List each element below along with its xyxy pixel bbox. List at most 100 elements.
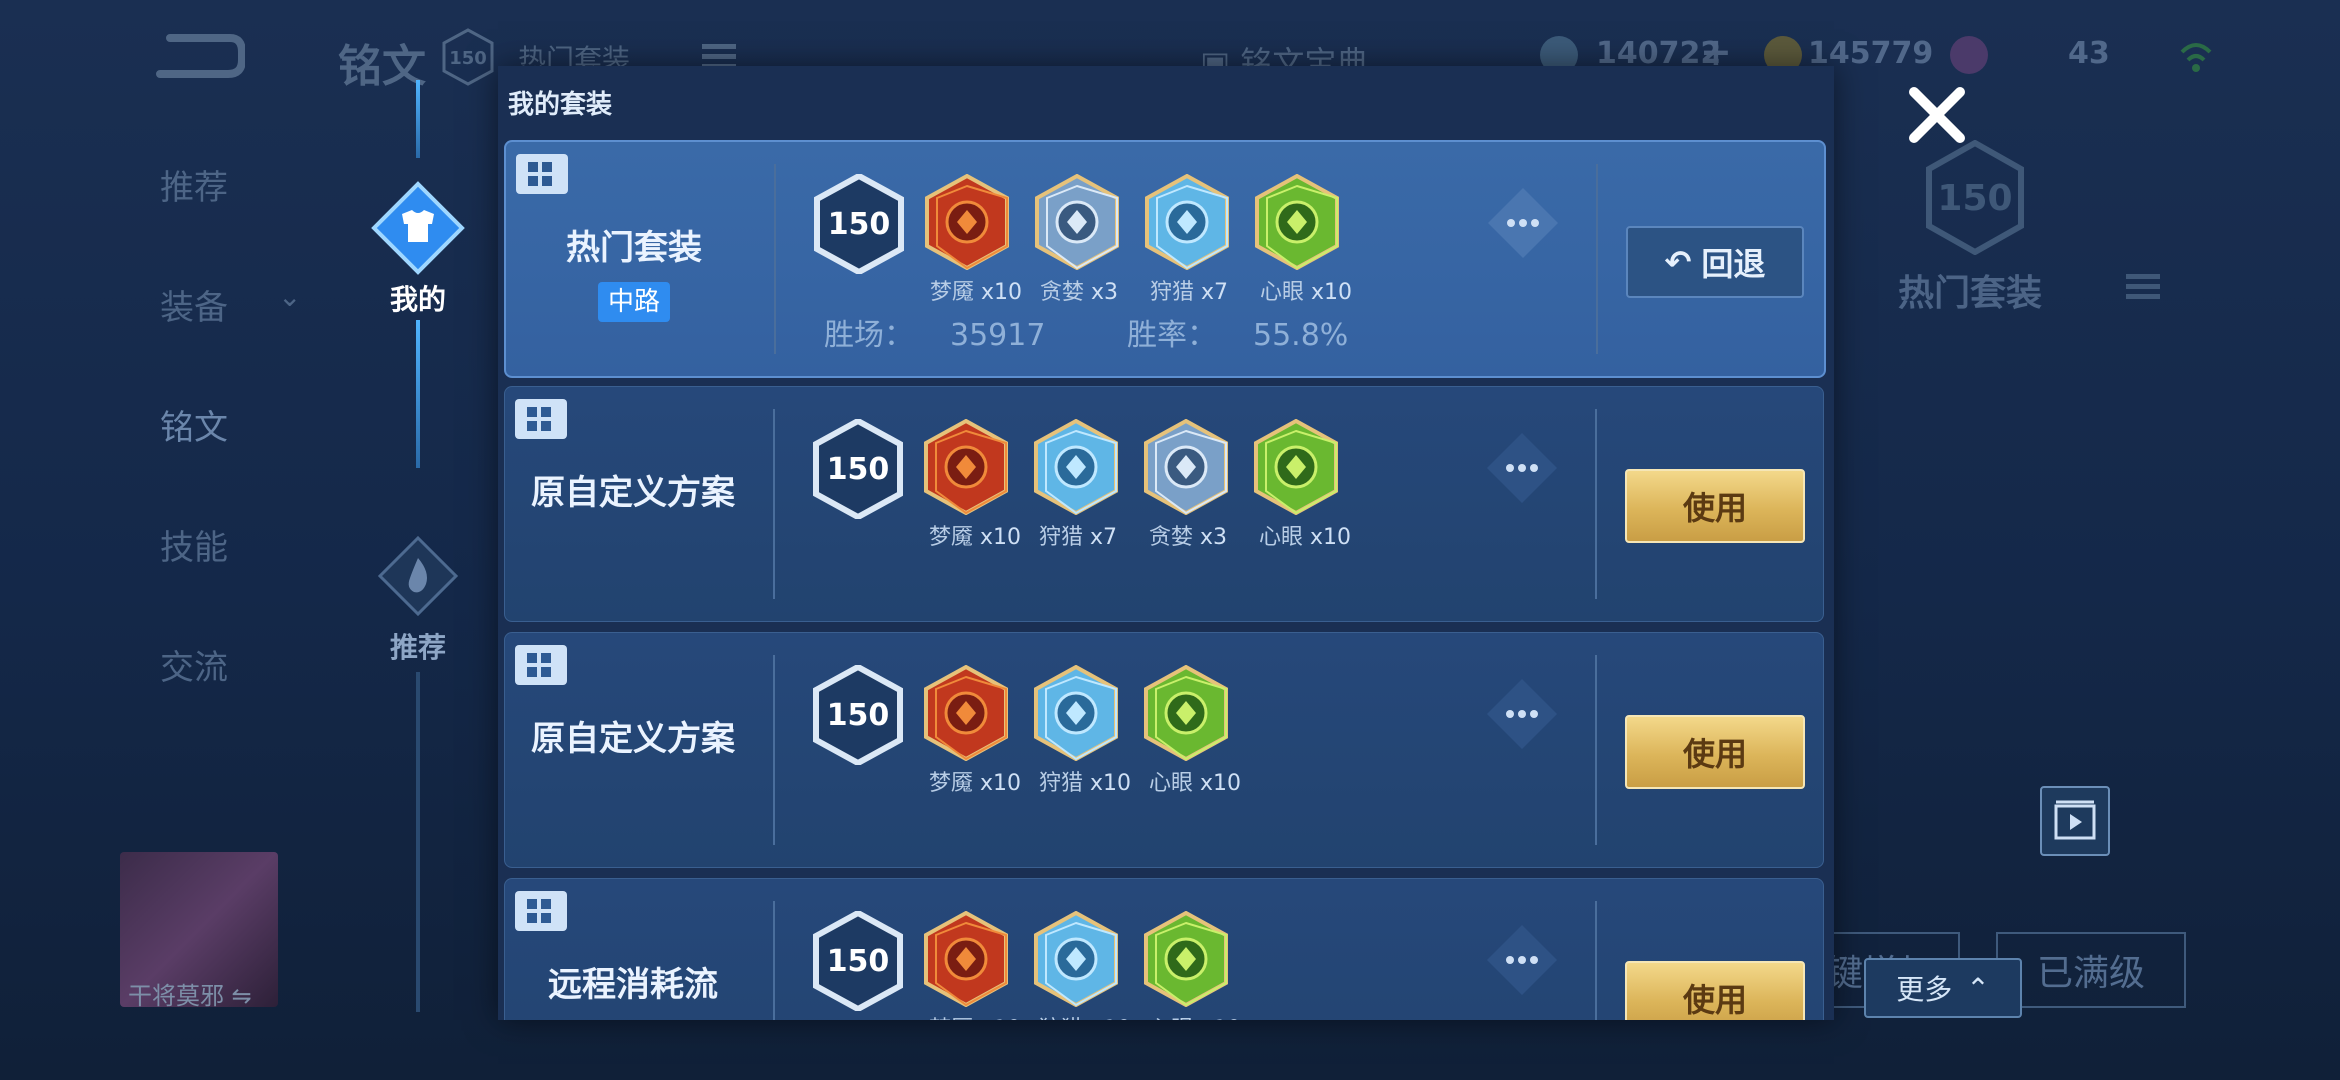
rune-green-icon[interactable] xyxy=(1143,664,1229,762)
more-options-icon[interactable] xyxy=(1483,921,1561,999)
rail-segment xyxy=(416,80,420,158)
rune-green-icon[interactable] xyxy=(1253,418,1339,516)
grid-icon xyxy=(515,399,567,439)
more-button[interactable]: 更多 ⌃ xyxy=(1864,958,2022,1018)
chevron-down-icon: ⌄ xyxy=(278,280,302,313)
suit-card[interactable]: 原自定义方案 150 梦魇 x10 狩猎 x7 贪婪 x3 心眼 x10 使用 xyxy=(504,386,1824,622)
divider xyxy=(1595,901,1597,1020)
suit-stats: 胜场： 35917 胜率： 55.8% xyxy=(824,318,1349,353)
level-badge-text: 150 xyxy=(449,48,487,69)
category-my-label: 我的 xyxy=(389,283,446,316)
nav-recommend[interactable]: 推荐 xyxy=(160,160,228,209)
rune-label: 梦魇 x10 xyxy=(929,525,1022,550)
suit-card[interactable]: 远程消耗流 150 梦魇 x10 狩猎 x10 心眼 x10 使用 xyxy=(504,878,1824,1020)
use-button[interactable]: 使用 xyxy=(1625,715,1805,789)
more-options-icon[interactable] xyxy=(1483,675,1561,753)
suit-card[interactable]: 热门套装中路 150 梦魇 x10 贪婪 x3 狩猎 x7 心眼 x10 胜场 xyxy=(504,140,1826,378)
nav-skill[interactable]: 技能 xyxy=(160,520,228,569)
rune-green-icon[interactable] xyxy=(1254,173,1340,271)
modal-title: 我的套装 xyxy=(508,90,613,120)
crystal-value: 43 xyxy=(2068,36,2110,71)
right-suit-title: 热门套装 xyxy=(1898,273,2043,314)
rune-red-icon[interactable] xyxy=(924,173,1010,271)
rune-red-icon[interactable] xyxy=(923,664,1009,762)
max-level-button[interactable]: 已满级 xyxy=(1996,932,2186,1008)
my-suits-modal: 我的套装 热门套装 中路 150 梦魇 x10 贪婪 x3 狩猎 x7 心眼 x… xyxy=(498,66,1834,1020)
rune-label: 狩猎 x10 xyxy=(1039,771,1132,796)
divider xyxy=(1596,164,1598,354)
more-options-icon[interactable] xyxy=(1483,429,1561,507)
my-armor-icon xyxy=(370,180,466,276)
back-button[interactable] xyxy=(150,30,246,80)
level-hex-badge: 150 xyxy=(813,417,903,521)
crystal-icon xyxy=(1950,36,1988,74)
rune-label: 贪婪 x3 xyxy=(1040,280,1119,305)
rune-red-icon[interactable] xyxy=(923,418,1009,516)
rune-blue-star-icon[interactable] xyxy=(1143,418,1229,516)
nav-equipment[interactable]: 装备 xyxy=(160,280,228,329)
divider xyxy=(773,901,775,1020)
category-my[interactable]: 我的 xyxy=(368,180,468,318)
rune-label: 心眼 x10 xyxy=(1149,771,1242,796)
chevron-up-icon: ⌃ xyxy=(1966,971,1990,1005)
rune-label: 心眼 x10 xyxy=(1149,1011,1241,1020)
divider xyxy=(773,409,775,599)
rune-label: 梦魇 x10 xyxy=(929,1011,1021,1020)
rune-label: 狩猎 x10 xyxy=(1039,1011,1131,1020)
right-list-icon[interactable] xyxy=(2126,272,2160,302)
rune-blue-bolt-icon[interactable] xyxy=(1144,173,1230,271)
close-icon[interactable] xyxy=(1902,80,1972,150)
divider xyxy=(773,655,775,845)
nav-community[interactable]: 交流 xyxy=(160,640,228,689)
rune-label: 狩猎 x7 xyxy=(1150,280,1229,305)
rune-label: 狩猎 x7 xyxy=(1039,525,1118,550)
category-recommend[interactable]: 推荐 xyxy=(368,528,468,666)
level-text: 150 xyxy=(827,698,890,733)
undo-icon: ↶ xyxy=(1664,243,1692,281)
page-title: 铭文 xyxy=(338,41,426,92)
rune-label: 梦魇 x10 xyxy=(929,771,1022,796)
rail-segment xyxy=(416,320,420,468)
divider xyxy=(1595,409,1597,599)
suit-name: 原自定义方案 xyxy=(531,473,735,513)
level-hex-badge: 150 xyxy=(813,663,903,767)
rune-blue-bolt-icon[interactable] xyxy=(1033,664,1119,762)
right-level-text: 150 xyxy=(1937,178,2012,219)
more-options-icon[interactable] xyxy=(1484,184,1562,262)
suit-name: 热门套装 xyxy=(566,228,702,268)
rune-blue-bolt-icon[interactable] xyxy=(1033,910,1119,1008)
rune-blue-star-icon[interactable] xyxy=(1034,173,1120,271)
video-replay-icon[interactable] xyxy=(2040,786,2110,856)
grid-icon xyxy=(515,891,567,931)
level-text: 150 xyxy=(827,944,890,979)
grid-icon xyxy=(515,645,567,685)
suit-card[interactable]: 原自定义方案 150 梦魇 x10 狩猎 x10 心眼 x10 使用 xyxy=(504,632,1824,868)
use-button[interactable]: 使用 xyxy=(1625,961,1805,1020)
rune-blue-bolt-icon[interactable] xyxy=(1033,418,1119,516)
rune-label: 贪婪 x3 xyxy=(1149,525,1228,550)
rune-label: 心眼 x10 xyxy=(1259,525,1352,550)
more-button-label: 更多 xyxy=(1896,973,1953,1006)
grid-icon xyxy=(516,154,568,194)
divider xyxy=(1595,655,1597,845)
rune-label: 梦魇 x10 xyxy=(930,280,1023,305)
fire-icon xyxy=(370,528,466,624)
rollback-button[interactable]: ↶ 回退 xyxy=(1626,226,1804,298)
rune-red-icon[interactable] xyxy=(923,910,1009,1008)
lane-tag: 中路 xyxy=(598,282,670,322)
use-button[interactable]: 使用 xyxy=(1625,469,1805,543)
wifi-icon xyxy=(2178,36,2214,88)
right-level-badge: 150 xyxy=(1925,139,2025,256)
rune-green-icon[interactable] xyxy=(1143,910,1229,1008)
rail-segment xyxy=(416,672,420,1012)
nav-inscription[interactable]: 铭文 xyxy=(160,400,228,449)
level-text: 150 xyxy=(827,452,890,487)
hero-name[interactable]: 干将莫邪 ⇋ xyxy=(128,976,252,1011)
swap-icon: ⇋ xyxy=(231,982,252,1010)
rune-label: 心眼 x10 xyxy=(1260,280,1353,305)
category-recommend-label: 推荐 xyxy=(389,631,446,664)
suit-name: 原自定义方案 xyxy=(531,719,735,759)
divider xyxy=(774,164,776,354)
level-text: 150 xyxy=(828,207,891,242)
level-badge: 150 xyxy=(442,28,494,86)
